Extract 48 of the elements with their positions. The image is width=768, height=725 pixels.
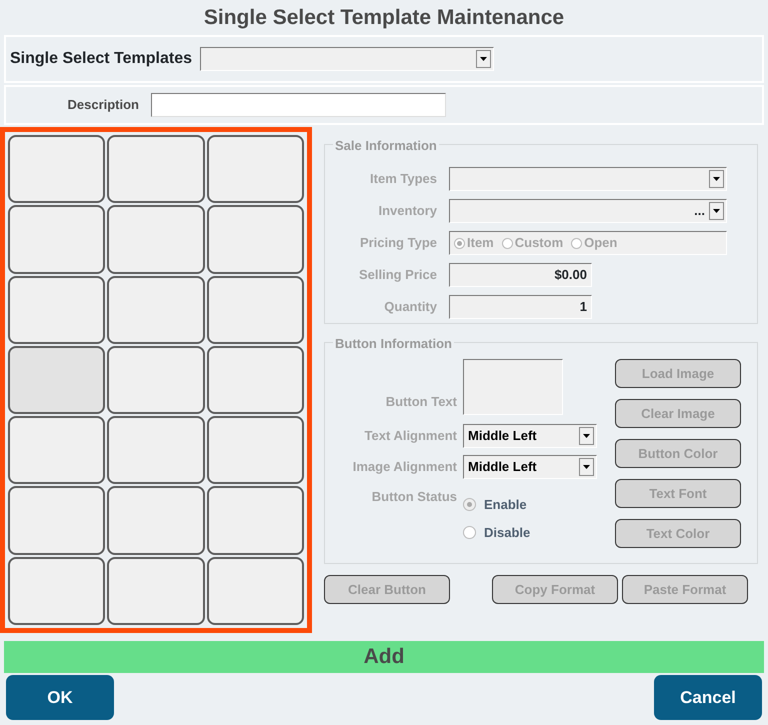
- add-bar[interactable]: Add: [4, 641, 764, 673]
- grid-button[interactable]: [107, 416, 205, 484]
- grid-button[interactable]: [107, 205, 205, 274]
- field-label: Selling Price: [358, 266, 438, 284]
- field-label: Description: [66, 96, 140, 114]
- grid-button[interactable]: [107, 346, 205, 414]
- grid-button[interactable]: [206, 556, 304, 625]
- field-label: Button Text: [384, 392, 458, 410]
- radio-option[interactable]: Enable: [463, 495, 530, 514]
- field-label: Button Status: [370, 488, 458, 506]
- grid-button[interactable]: [8, 556, 106, 625]
- grid-button[interactable]: [206, 486, 304, 555]
- grid-button[interactable]: [107, 135, 205, 204]
- field-label: Image Alignment: [352, 458, 458, 476]
- window-title: Single Select Template Maintenance: [202, 5, 566, 31]
- grid-button[interactable]: [107, 486, 205, 555]
- field-label: Text Alignment: [364, 427, 458, 446]
- grid-button[interactable]: [107, 276, 205, 344]
- cancel-button[interactable]: Cancel: [654, 675, 762, 720]
- field-label: Quantity: [383, 298, 438, 316]
- button-text-field[interactable]: [463, 359, 563, 415]
- grid-button[interactable]: [206, 416, 304, 484]
- item-types-dropdown[interactable]: [449, 167, 727, 191]
- grid-button[interactable]: [8, 346, 106, 414]
- description-field[interactable]: [151, 93, 446, 117]
- quantity-field[interactable]: 1: [449, 295, 592, 319]
- grid-button[interactable]: [8, 416, 106, 484]
- grid-button[interactable]: [206, 135, 304, 204]
- grid-button[interactable]: [8, 276, 106, 344]
- radio-option[interactable]: Disable: [463, 522, 530, 542]
- inventory-dropdown[interactable]: ...: [449, 199, 727, 223]
- grid-button[interactable]: [206, 205, 304, 274]
- grid-button[interactable]: [8, 486, 106, 555]
- ok-button[interactable]: OK: [6, 675, 114, 720]
- grid-button[interactable]: [8, 205, 106, 274]
- template-dropdown[interactable]: [200, 47, 494, 71]
- field-label: Item Types: [369, 170, 438, 188]
- field-label: Pricing Type: [358, 234, 438, 252]
- field-label: Inventory: [377, 202, 438, 220]
- text-alignment-dropdown[interactable]: Middle Left: [463, 424, 597, 448]
- grid-button[interactable]: [206, 346, 304, 414]
- ellipsis-button[interactable]: ...: [694, 201, 705, 221]
- grid-button[interactable]: [107, 556, 205, 625]
- image-alignment-dropdown[interactable]: Middle Left: [463, 455, 597, 479]
- selling-price-field[interactable]: $0.00: [449, 263, 592, 287]
- field-label: Single Select Templates: [10, 49, 192, 69]
- grid-button[interactable]: [206, 276, 304, 344]
- grid-button[interactable]: [8, 135, 106, 204]
